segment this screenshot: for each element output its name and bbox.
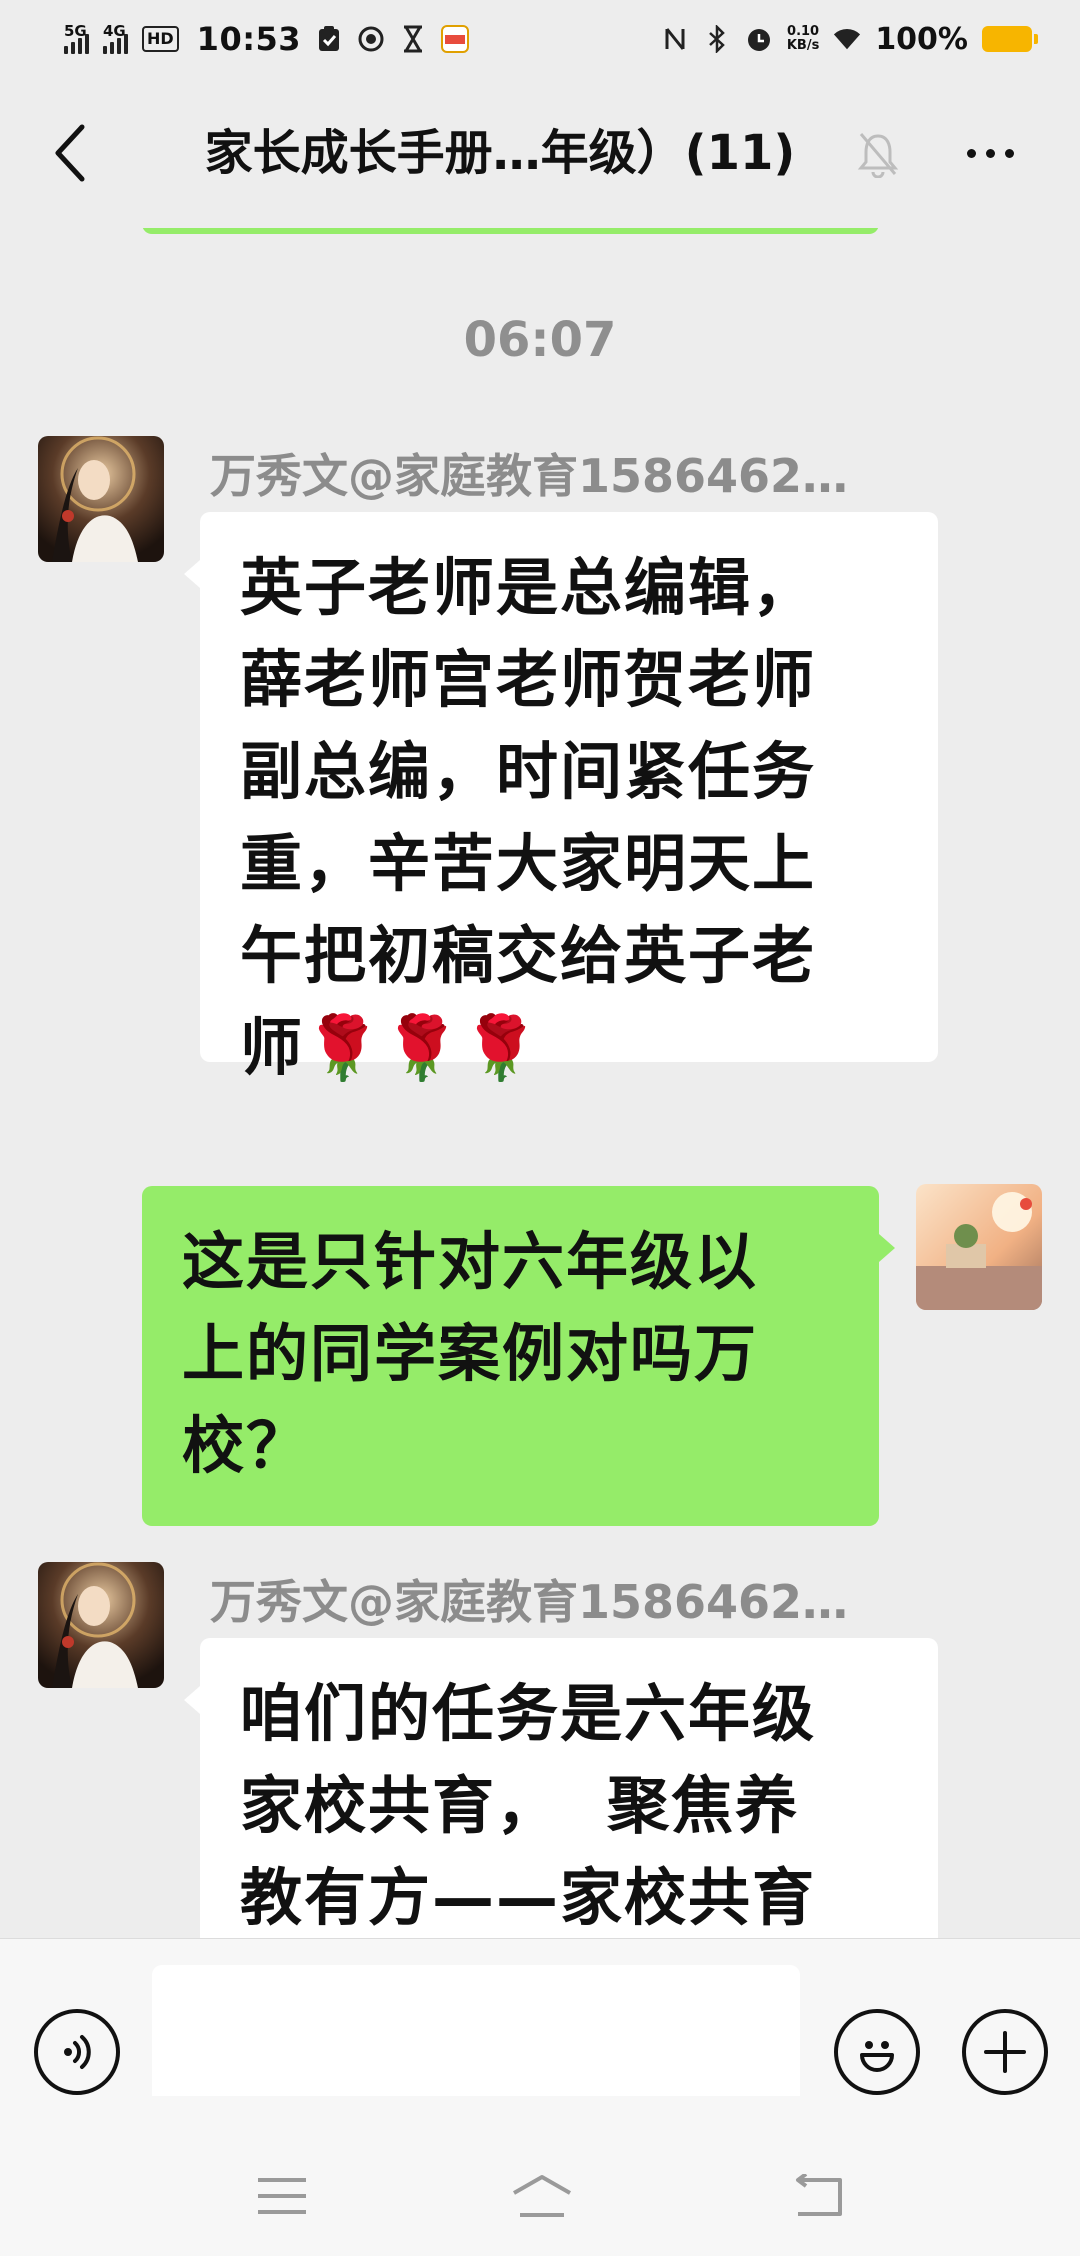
return-icon (796, 2174, 842, 2216)
signal-5g-icon: 5G (64, 22, 89, 54)
home-button[interactable] (502, 2156, 582, 2236)
message-line: 重，辛苦大家明天上 (240, 827, 817, 900)
emoji-button[interactable] (834, 2009, 920, 2095)
bubble-tail (184, 560, 200, 588)
clipboard-check-icon (315, 25, 343, 53)
chat-title[interactable]: 家长成长手册…年级）(11) (170, 120, 830, 186)
previous-message-bubble[interactable] (142, 228, 879, 234)
net-speed-unit: KB/s (786, 38, 820, 53)
message-timestamp: 06:07 (463, 312, 617, 368)
message-line: 副总编，时间紧任务 (240, 735, 817, 808)
battery-percent: 100% (875, 21, 968, 57)
wifi-icon (833, 25, 861, 53)
more-functions-button[interactable] (962, 2009, 1048, 2095)
app-notification-icon (357, 25, 385, 53)
message-line: 午把初稿交给英子老 (240, 919, 817, 992)
bluetooth-icon (703, 25, 731, 53)
alarm-icon (745, 25, 773, 53)
status-bar: 5G 4G HD 10:53 0.10 KB/s 100% (0, 0, 1080, 78)
battery-icon (982, 26, 1038, 52)
input-bar (0, 1938, 1080, 2117)
sender-avatar[interactable] (38, 1562, 164, 1688)
status-right: 0.10 KB/s 100% (661, 21, 1038, 57)
dot-icon (1004, 148, 1014, 158)
nfc-icon (661, 25, 689, 53)
smiley-icon (860, 2041, 894, 2072)
plus-icon (984, 2031, 1026, 2073)
bubble-tail (879, 1234, 895, 1262)
status-time: 10:53 (196, 20, 302, 58)
sender-avatar[interactable] (38, 436, 164, 562)
message-line: 咱们的任务是六年级 (240, 1677, 817, 1750)
chat-screen: 5G 4G HD 10:53 0.10 KB/s 100% 家长成长手册…年级）… (0, 0, 1080, 2256)
message-line: 教有方——家校共育 (240, 1861, 817, 1934)
message-line: 校？ (182, 1409, 311, 1482)
back-button[interactable] (40, 118, 100, 188)
message-line: 家校共育， 聚焦养 (240, 1769, 800, 1842)
message-line: 这是只针对六年级以 (182, 1225, 759, 1298)
hd-voice-icon: HD (142, 26, 179, 52)
chat-header: 家长成长手册…年级）(11) (0, 78, 1080, 228)
signal-5g-label: 5G (64, 22, 87, 40)
message-line: 薛老师宫老师贺老师 (240, 643, 817, 716)
message-bubble-outgoing[interactable]: 这是只针对六年级以 上的同学案例对吗万 校？ (142, 1186, 879, 1526)
message-bubble-incoming[interactable]: 英子老师是总编辑， 薛老师宫老师贺老师 副总编，时间紧任务 重，辛苦大家明天上 … (200, 512, 938, 1084)
net-speed-value: 0.10 (787, 24, 820, 39)
back-nav-button[interactable] (778, 2156, 858, 2236)
voice-icon (64, 2035, 91, 2069)
signal-4g-icon: 4G (103, 22, 128, 54)
dot-icon (985, 148, 995, 158)
message-line: 英子老师是总编辑， (240, 551, 817, 624)
signal-4g-label: 4G (103, 22, 126, 40)
dot-icon (966, 148, 976, 158)
message-input[interactable] (152, 1965, 800, 2117)
sender-name: 万秀文@家庭教育1586462… (210, 449, 849, 503)
home-icon (513, 2175, 571, 2217)
message-list[interactable]: 06:07 万秀文@家庭教育1586462… 英子老师是总编辑， 薛老师宫老师贺… (0, 228, 1080, 1938)
more-options-button[interactable] (955, 128, 1025, 178)
bubble-tail (184, 1686, 200, 1714)
network-speed: 0.10 KB/s (787, 25, 819, 53)
app-100-icon (441, 25, 470, 53)
muted-bell-icon (850, 126, 906, 182)
message-line: 上的同学案例对吗万 (182, 1317, 759, 1390)
recent-apps-button[interactable] (242, 2156, 322, 2236)
sender-name: 万秀文@家庭教育1586462… (210, 1575, 849, 1629)
voice-input-button[interactable] (34, 2009, 120, 2095)
my-avatar[interactable] (916, 1184, 1042, 1310)
menu-lines-icon (258, 2178, 306, 2214)
message-bubble-incoming[interactable]: 咱们的任务是六年级 家校共育， 聚焦养 教有方——家校共育 (200, 1638, 938, 1938)
hourglass-icon (399, 25, 427, 53)
chevron-left-icon (55, 124, 85, 182)
system-navigation-bar (0, 2096, 1080, 2256)
status-left: 5G 4G HD 10:53 (64, 20, 470, 58)
message-line: 师🌹🌹🌹 (240, 1011, 542, 1084)
